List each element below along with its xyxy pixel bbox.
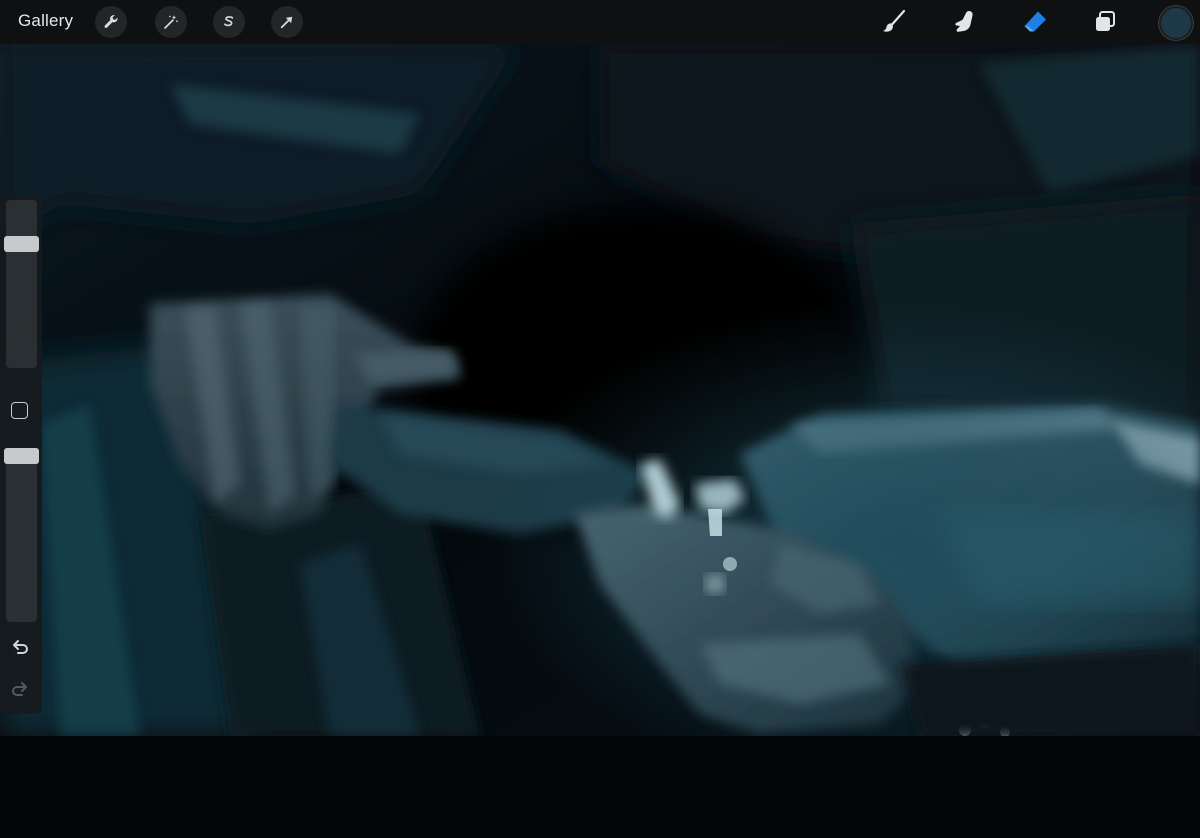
gallery-button[interactable]: Gallery xyxy=(18,11,73,31)
layers-button[interactable] xyxy=(1088,6,1122,38)
selection-s-icon xyxy=(224,16,234,27)
workspace-background xyxy=(0,736,1200,838)
brush-tool-button[interactable] xyxy=(877,6,911,38)
drawing-canvas[interactable] xyxy=(0,44,1200,736)
dark-teal-painting-of-hands xyxy=(0,44,1200,736)
smudge-tool-button[interactable] xyxy=(947,6,981,38)
adjustments-button[interactable] xyxy=(155,6,187,38)
transform-button[interactable] xyxy=(271,6,303,38)
actions-button[interactable] xyxy=(95,6,127,38)
left-sidebar xyxy=(0,196,42,714)
brush-size-slider[interactable] xyxy=(6,200,37,368)
arrow-cursor-icon xyxy=(280,16,293,29)
eraser-icon xyxy=(1024,11,1046,32)
layers-icon xyxy=(1096,11,1115,31)
color-swatch-button[interactable] xyxy=(1159,6,1193,40)
top-toolbar: Gallery xyxy=(0,0,1200,44)
brush-icon xyxy=(883,9,906,32)
brush-opacity-thumb[interactable] xyxy=(4,448,39,464)
procreate-app: Gallery xyxy=(0,0,1200,838)
undo-icon[interactable] xyxy=(9,637,31,659)
brush-size-thumb[interactable] xyxy=(4,236,39,253)
wrench-icon xyxy=(104,14,118,28)
eraser-tool-button[interactable] xyxy=(1018,6,1052,38)
selection-button[interactable] xyxy=(213,6,245,38)
brush-opacity-slider[interactable] xyxy=(6,448,37,622)
redo-icon[interactable] xyxy=(9,679,31,701)
magic-wand-icon xyxy=(164,15,178,29)
smudge-finger-icon xyxy=(955,11,973,32)
modify-button[interactable] xyxy=(11,402,28,419)
